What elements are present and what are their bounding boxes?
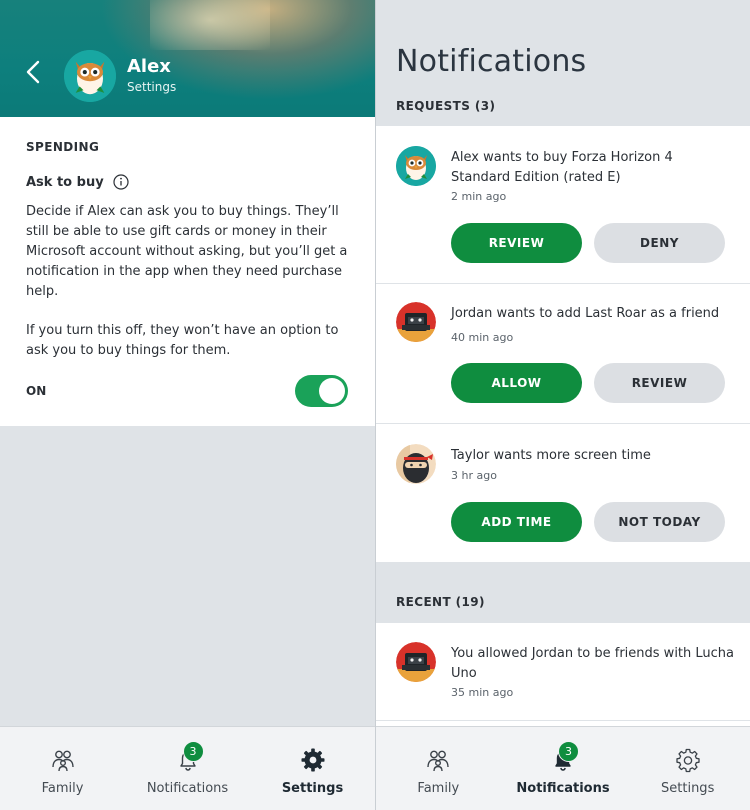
gear-icon — [676, 748, 700, 773]
header-background-highlight — [150, 0, 270, 50]
request-time: 40 min ago — [451, 331, 514, 344]
avatar — [396, 302, 436, 342]
nav-family[interactable]: Family — [0, 727, 125, 810]
request-time: 2 min ago — [451, 190, 507, 203]
request-text: Alex wants to buy Forza Horizon 4 Standa… — [451, 150, 673, 185]
avatar — [396, 146, 436, 186]
ask-to-buy-label: Ask to buy — [26, 174, 104, 190]
ninja-avatar-icon — [396, 444, 436, 484]
gear-icon — [301, 748, 324, 772]
nav-settings-label: Settings — [661, 781, 715, 796]
info-icon[interactable] — [113, 174, 129, 190]
requests-section-label: REQUESTS (3) — [396, 99, 496, 113]
nav-notifications[interactable]: 3 Notifications — [125, 727, 250, 810]
review-button[interactable]: REVIEW — [594, 363, 725, 403]
nav-family-label: Family — [41, 781, 84, 796]
recent-text: You allowed Jordan to be friends with Lu… — [451, 646, 735, 681]
nav-notifications-label: Notifications — [516, 781, 610, 796]
request-card-friend: Jordan wants to add Last Roar as a frien… — [376, 284, 750, 423]
nav-family[interactable]: Family — [376, 727, 501, 810]
bottom-nav: Family 3 Notifications Settings — [376, 726, 750, 810]
bottom-nav: Family 3 Notifications Settings — [0, 726, 375, 810]
request-text: Taylor wants more screen time — [451, 448, 651, 463]
nav-family-label: Family — [417, 781, 460, 796]
recent-section-label: RECENT (19) — [396, 595, 485, 609]
spending-section-label: SPENDING — [26, 140, 100, 154]
owl-avatar-icon — [64, 50, 116, 102]
avatar — [396, 642, 436, 682]
nav-notifications-label: Notifications — [146, 781, 229, 796]
ask-to-buy-toggle[interactable] — [295, 375, 348, 407]
settings-panel: Alex Settings SPENDING Ask to buy Decide… — [0, 0, 375, 810]
chevron-left-icon — [26, 60, 40, 84]
toggle-state-label: ON — [26, 384, 47, 398]
gamer-avatar-icon — [396, 642, 436, 682]
request-time: 3 hr ago — [451, 469, 497, 482]
nav-settings[interactable]: Settings — [250, 727, 375, 810]
nav-notifications[interactable]: 3 Notifications — [501, 727, 626, 810]
notifications-badge: 3 — [182, 741, 204, 762]
ask-to-buy-row: Ask to buy — [26, 174, 129, 190]
profile-name: Alex — [127, 56, 171, 77]
back-button[interactable] — [20, 55, 48, 89]
ask-to-buy-off-description: If you turn this off, they won’t have an… — [26, 323, 339, 358]
nav-settings-label: Settings — [281, 781, 344, 796]
profile-header: Alex Settings — [0, 0, 375, 117]
ask-to-buy-description: Decide if Alex can ask you to buy things… — [26, 204, 348, 299]
request-text: Jordan wants to add Last Roar as a frien… — [451, 306, 720, 321]
add-time-button[interactable]: ADD TIME — [451, 502, 582, 542]
toggle-knob — [319, 378, 345, 404]
notifications-panel: Notifications REQUESTS (3) Alex wants to… — [376, 0, 750, 810]
request-card-screen-time: Taylor wants more screen time 3 hr ago A… — [376, 424, 750, 562]
family-icon — [427, 750, 450, 772]
owl-avatar-icon — [396, 146, 436, 186]
request-card-purchase: Alex wants to buy Forza Horizon 4 Standa… — [376, 126, 750, 283]
not-today-button[interactable]: NOT TODAY — [594, 502, 725, 542]
recent-time: 35 min ago — [451, 686, 514, 699]
deny-button[interactable]: DENY — [594, 223, 725, 263]
notifications-badge: 3 — [558, 741, 579, 762]
avatar — [396, 444, 436, 484]
review-button[interactable]: REVIEW — [451, 223, 582, 263]
avatar — [64, 50, 116, 102]
allow-button[interactable]: ALLOW — [451, 363, 582, 403]
family-icon — [51, 750, 74, 772]
profile-subtitle: Settings — [127, 80, 177, 94]
page-title: Notifications — [396, 44, 587, 79]
nav-settings[interactable]: Settings — [625, 727, 750, 810]
recent-card[interactable]: You allowed Jordan to be friends with Lu… — [376, 623, 750, 720]
gamer-avatar-icon — [396, 302, 436, 342]
